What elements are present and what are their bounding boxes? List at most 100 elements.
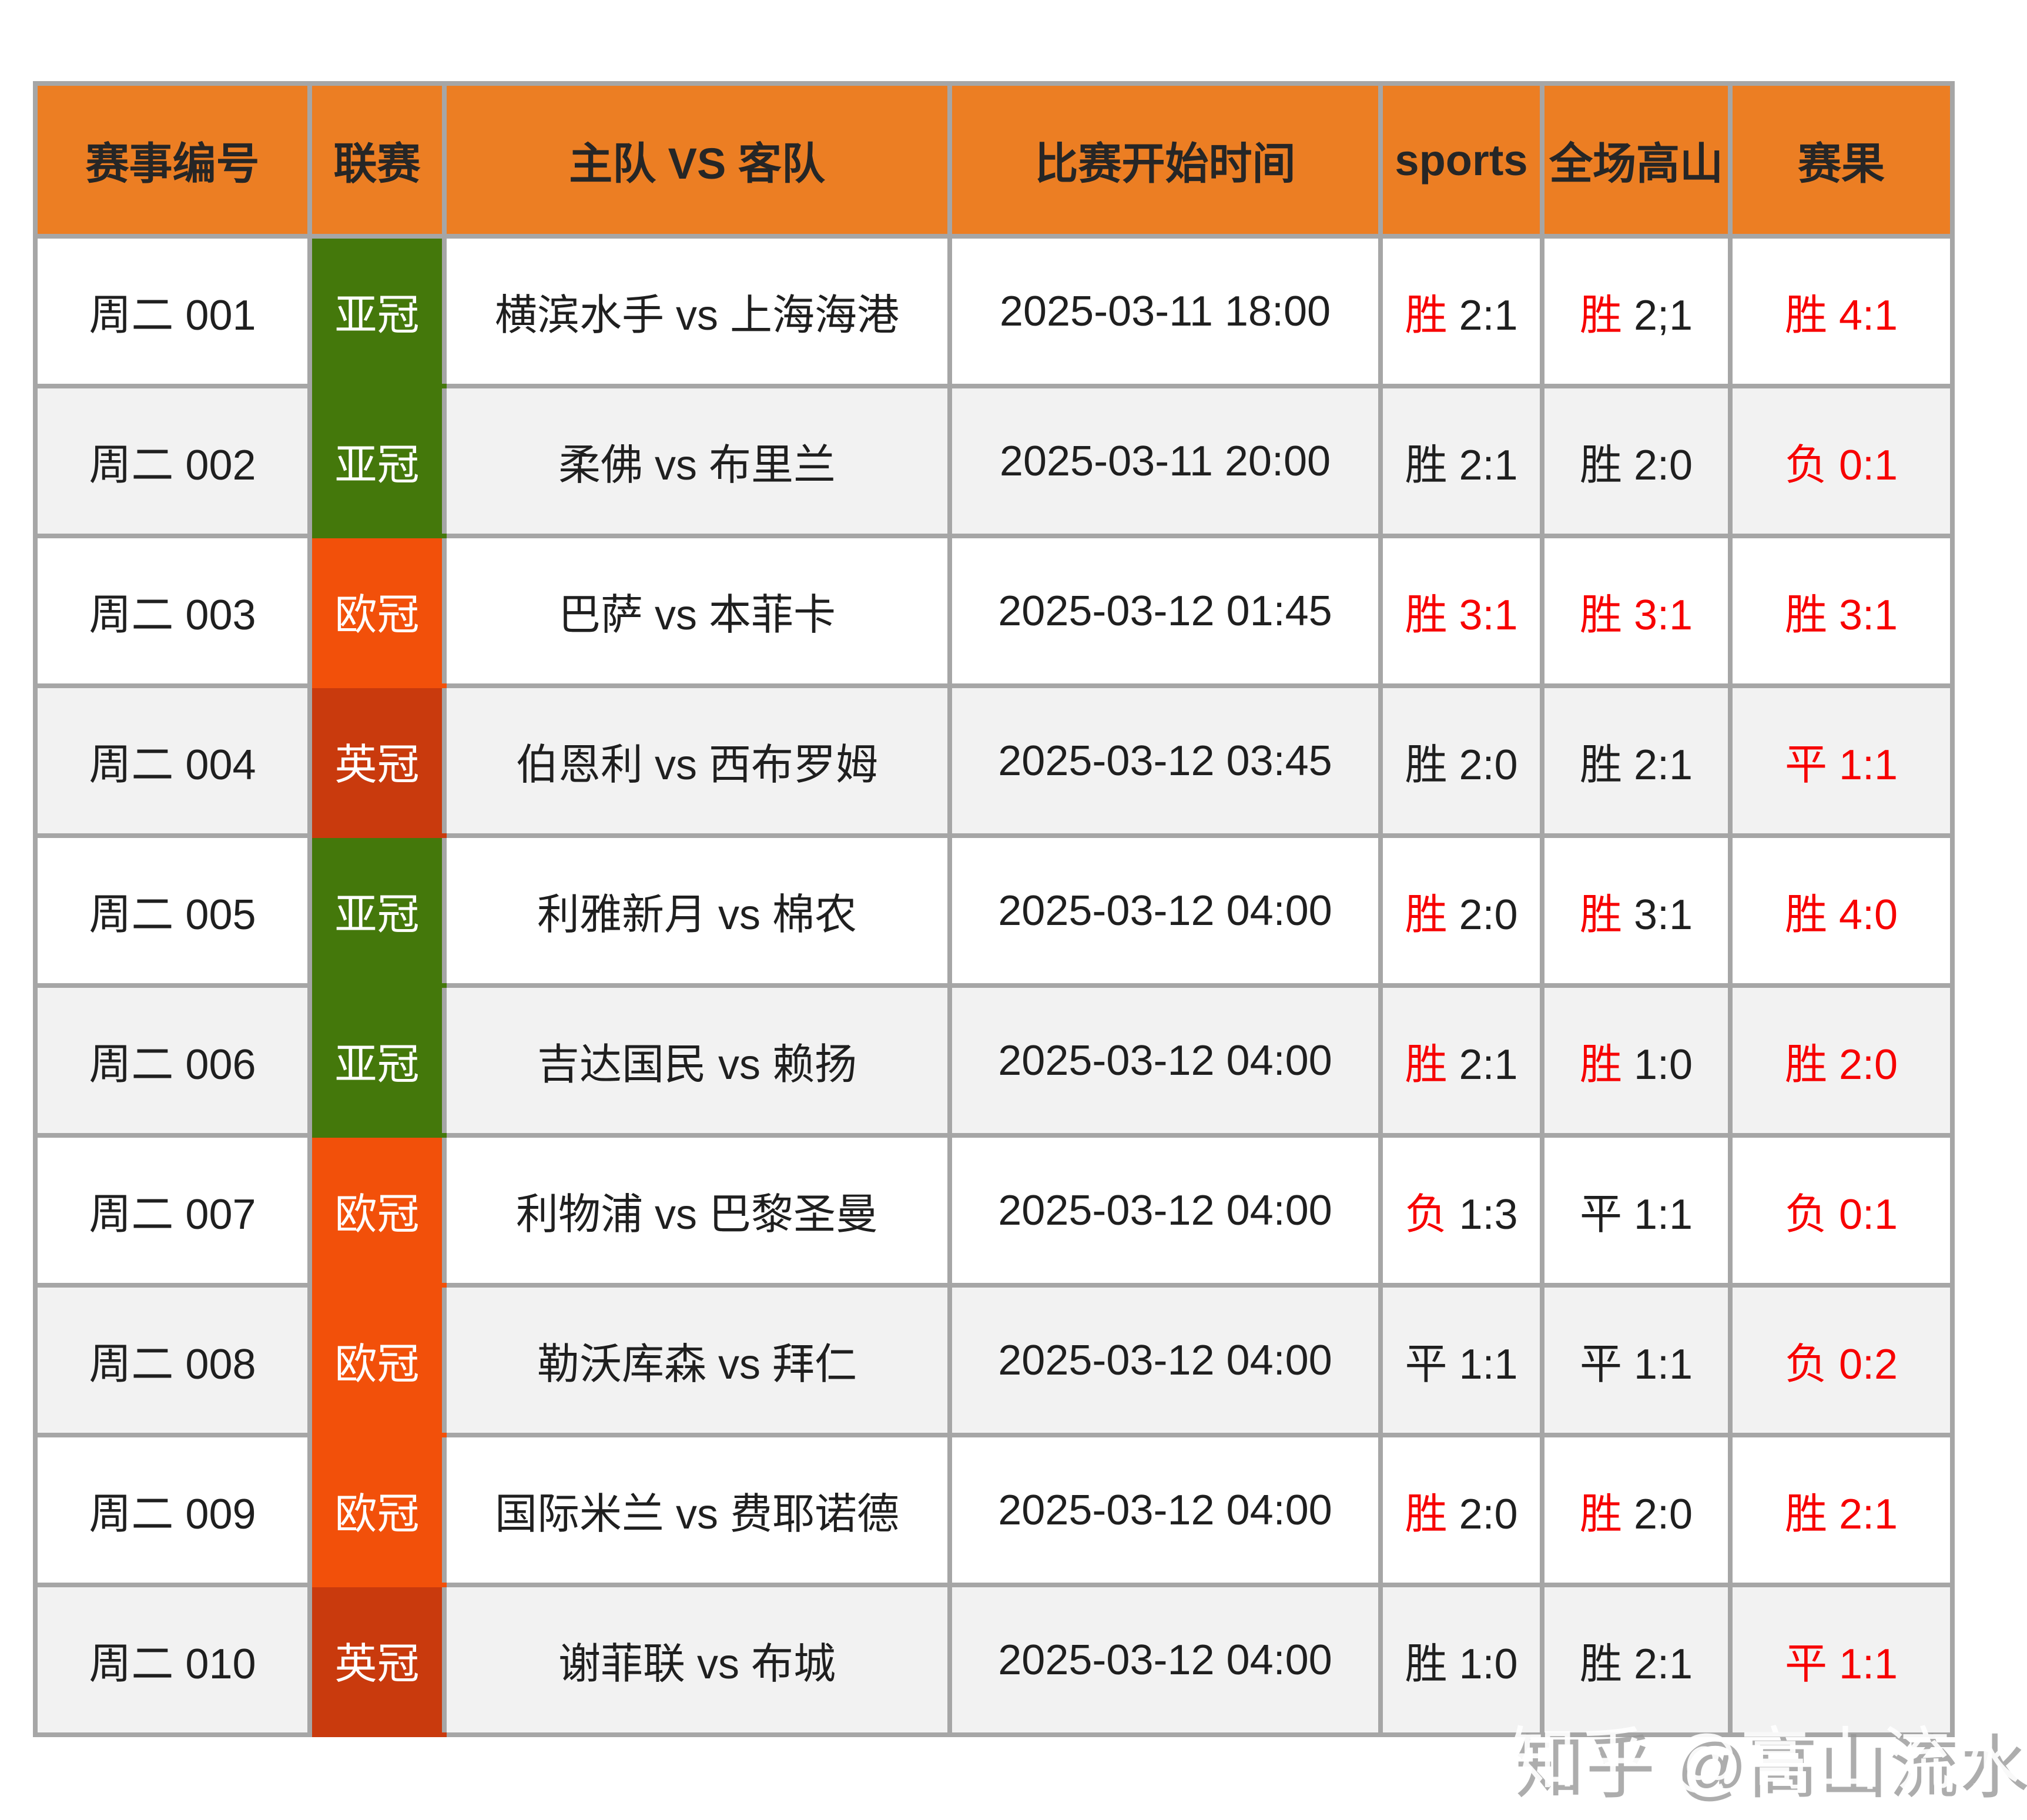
quanchang_gaoshan-outcome: 平 — [1580, 1191, 1622, 1238]
result-cell: 胜2:1 — [1730, 1435, 1952, 1585]
league-label: 亚冠 — [334, 891, 419, 939]
league-label: 亚冠 — [334, 442, 419, 489]
table-row: 周二 007 欧冠利物浦 vs 巴黎圣曼 2025-03-12 04:00 负 1:3 平… — [35, 1135, 1952, 1285]
quanchang_gaoshan-score: 2:1 — [1634, 742, 1693, 789]
start-time-cell: 2025-03-11 20:00 — [950, 386, 1381, 536]
quanchang_gaoshan-cell: 胜 2:0 — [1542, 386, 1730, 536]
result-cell: 平 1:1 — [1730, 686, 1952, 836]
result-score: 4:1 — [1839, 292, 1898, 339]
quanchang_gaoshan-score: 1:0 — [1634, 1041, 1693, 1088]
result-score: 4:0 — [1839, 891, 1898, 939]
league-cell: 欧冠 — [310, 1135, 444, 1285]
sports-cell: 胜2:0 — [1381, 1435, 1542, 1585]
result-outcome: 胜 — [1785, 891, 1827, 939]
teams-cell: 国际米兰 vs 费耶诺德 — [444, 1435, 950, 1585]
match-no-cell: 周二 003 — [35, 536, 310, 686]
match-no-cell: 周二 002 — [35, 386, 310, 536]
match-no-cell: 周二 007 — [35, 1135, 310, 1285]
result-score: 1:1 — [1839, 1641, 1898, 1688]
teams-cell: 利物浦 vs 巴黎圣曼 — [444, 1135, 950, 1285]
quanchang_gaoshan-outcome: 胜 — [1580, 891, 1622, 939]
sports-cell: 胜2:0 — [1381, 686, 1542, 836]
sports-cell: 胜 3:1 — [1381, 536, 1542, 686]
result-cell: 胜3:1 — [1730, 536, 1952, 686]
header-sports: sports — [1381, 83, 1542, 236]
result-outcome: 平 — [1785, 742, 1827, 789]
quanchang_gaoshan-cell: 平1:1 — [1542, 1135, 1730, 1285]
league-label: 亚冠 — [334, 292, 419, 339]
teams: 勒沃库森 vs 拜仁 — [537, 1341, 857, 1388]
match-no: 周二 007 — [89, 1191, 256, 1238]
result-outcome: 胜 — [1785, 592, 1827, 639]
result-score: 0:1 — [1839, 442, 1898, 489]
league-cell: 欧冠 — [310, 1285, 444, 1435]
sports-outcome: 胜 — [1405, 891, 1447, 939]
league-label: 英冠 — [334, 742, 419, 789]
match-no-cell: 周二 005 — [35, 836, 310, 986]
result-score: 1:1 — [1839, 742, 1898, 789]
table-row: 周二 003欧冠巴萨 vs 本菲卡2025-03-12 01:45胜3:1胜3:… — [35, 536, 1952, 686]
teams-cell: 谢菲联 vs 布城 — [444, 1585, 950, 1735]
quanchang_gaoshan-outcome: 胜 — [1580, 1041, 1622, 1088]
quanchang_gaoshan-cell: 胜2:0 — [1542, 1435, 1730, 1585]
sports-outcome: 胜 — [1405, 292, 1447, 339]
league-label: 欧冠 — [334, 1341, 419, 1388]
match-no-cell: 周二 001 — [35, 236, 310, 386]
match-no: 周二 004 — [89, 742, 256, 789]
quanchang_gaoshan-score: 3:1 — [1634, 891, 1693, 939]
start-time: 2025-03-12 04:00 — [998, 1037, 1332, 1084]
sports-score: 2:0 — [1459, 742, 1517, 789]
start-time: 2025-03-12 04:00 — [998, 1487, 1332, 1534]
sports-score: 2:1 — [1459, 292, 1517, 339]
league-cell: 亚冠 — [310, 236, 444, 386]
result-cell: 负0:1 — [1730, 386, 1952, 536]
league-cell: 亚冠 — [310, 836, 444, 986]
league-label: 欧冠 — [334, 1191, 419, 1238]
quanchang_gaoshan-score: 3:1 — [1634, 592, 1693, 639]
table-row: 周二 009欧冠国际米兰 vs 费耶诺德2025-03-12 04:00胜2:0… — [35, 1435, 1952, 1585]
sports-score: 2:0 — [1459, 891, 1517, 939]
result-cell: 负0:1 — [1730, 1135, 1952, 1285]
match-no: 周二 006 — [89, 1041, 256, 1088]
quanchang_gaoshan-outcome: 胜 — [1580, 442, 1622, 489]
header-match-no: 赛事编号 — [35, 83, 310, 236]
sports-score: 2:1 — [1459, 442, 1517, 489]
sports-cell: 平1:1 — [1381, 1285, 1542, 1435]
start-time-cell: 2025-03-11 18:00 — [950, 236, 1381, 386]
quanchang_gaoshan-outcome: 平 — [1580, 1341, 1622, 1388]
start-time: 2025-03-12 03:45 — [998, 738, 1332, 785]
sports-outcome: 胜 — [1405, 592, 1447, 639]
match-no: 周二 005 — [89, 891, 256, 939]
match-rows: 周二 001 亚冠 横滨水手 vs 上海海港 2025-03-11 18:00 胜 2:1… — [35, 236, 1952, 1735]
quanchang_gaoshan-score: 2:0 — [1634, 442, 1693, 489]
header-league: 联赛 — [310, 83, 444, 236]
sports-outcome: 胜 — [1405, 1041, 1447, 1088]
sports-score: 2:1 — [1459, 1041, 1517, 1088]
sports-score: 3:1 — [1459, 592, 1517, 639]
sports-outcome: 胜 — [1405, 1641, 1447, 1688]
start-time: 2025-03-12 01:45 — [998, 588, 1332, 635]
quanchang_gaoshan-score: 2:0 — [1634, 1491, 1693, 1538]
result-cell: 负0:2 — [1730, 1285, 1952, 1435]
sports-score: 1:3 — [1459, 1191, 1517, 1238]
match-no-cell: 周二 006 — [35, 986, 310, 1135]
sports-score: 2:0 — [1459, 1491, 1517, 1538]
teams: 横滨水手 vs 上海海港 — [495, 292, 899, 339]
sports-outcome: 负 — [1405, 1191, 1447, 1238]
start-time: 2025-03-12 04:00 — [998, 1337, 1332, 1384]
teams-cell: 利雅新月 vs 棉农 — [444, 836, 950, 986]
league-cell: 欧冠 — [310, 536, 444, 686]
start-time-cell: 2025-03-12 03:45 — [950, 686, 1381, 836]
quanchang_gaoshan-score: 2;1 — [1634, 292, 1693, 339]
match-results-table: 赛事编号 联赛 主队 VS 客队 比赛开始时间 sports 全场高山 赛果 周… — [33, 81, 1955, 1737]
sports-cell: 胜 2:1 — [1381, 236, 1542, 386]
result-outcome: 胜 — [1785, 1491, 1827, 1538]
teams: 谢菲联 vs 布城 — [558, 1641, 836, 1688]
quanchang_gaoshan-outcome: 胜 — [1580, 292, 1622, 339]
teams: 国际米兰 vs 费耶诺德 — [495, 1491, 899, 1538]
result-score: 2:0 — [1839, 1041, 1898, 1088]
sports-outcome: 平 — [1405, 1341, 1447, 1388]
quanchang_gaoshan-cell: 胜3:1 — [1542, 836, 1730, 986]
start-time: 2025-03-12 04:00 — [998, 1187, 1332, 1234]
quanchang_gaoshan-score: 1:1 — [1634, 1341, 1693, 1388]
